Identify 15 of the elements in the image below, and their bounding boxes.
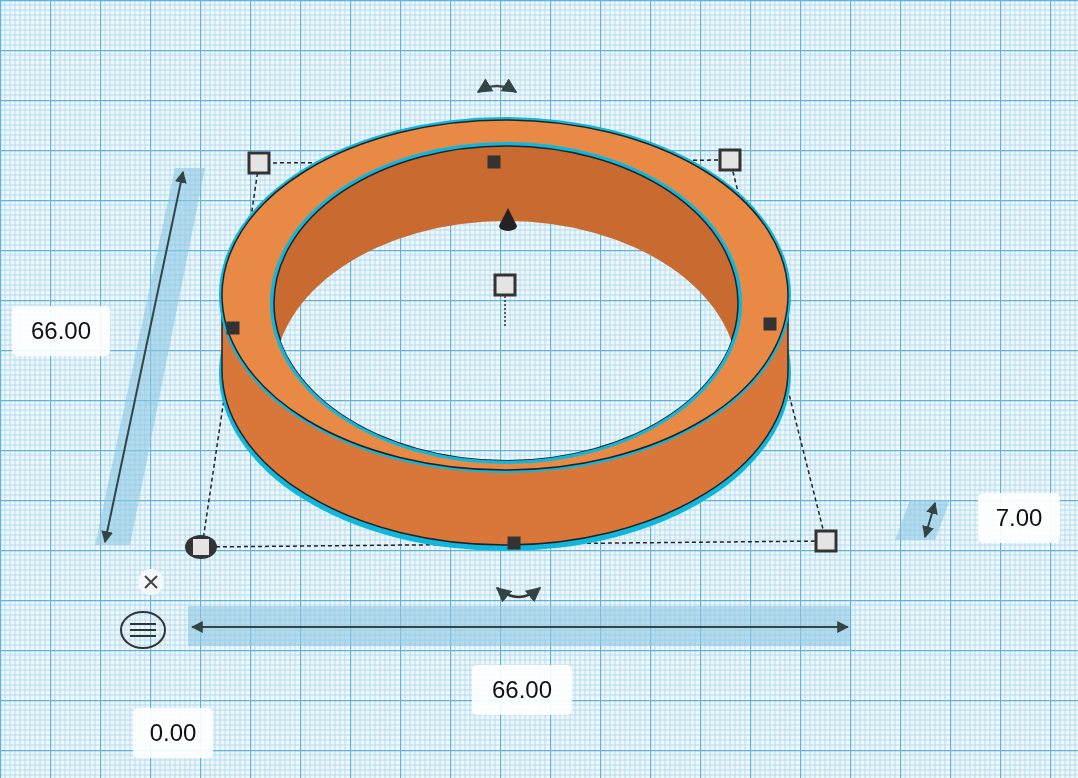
lift-cone-icon[interactable]	[499, 208, 517, 231]
resize-handle[interactable]	[493, 273, 517, 297]
dimension-field[interactable]: 0.00	[133, 708, 213, 758]
dimension-field[interactable]: 66.00	[472, 665, 572, 715]
dimension-field[interactable]: 7.00	[978, 493, 1060, 543]
dimension-field[interactable]: 66.00	[12, 306, 110, 356]
rotate-icon[interactable]	[476, 78, 518, 94]
close-icon[interactable]	[138, 569, 164, 595]
resize-handle[interactable]	[185, 535, 217, 559]
resize-handle[interactable]	[718, 148, 742, 172]
resize-handle[interactable]	[247, 151, 271, 175]
resize-handle[interactable]	[814, 529, 838, 553]
dimension-arrow	[895, 500, 950, 540]
menu-icon[interactable]	[120, 611, 166, 649]
rotate-icon[interactable]	[495, 587, 542, 603]
